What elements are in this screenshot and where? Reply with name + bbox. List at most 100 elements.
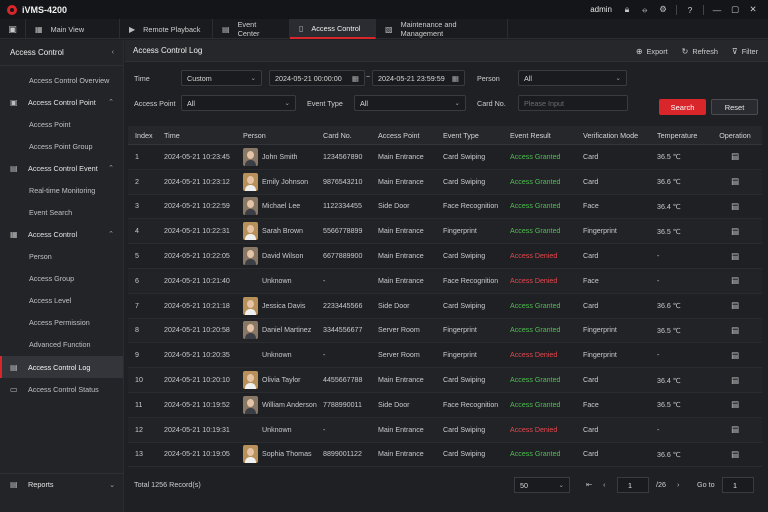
- column-header-person[interactable]: Person: [243, 131, 323, 140]
- goto-page-input[interactable]: 1: [722, 477, 754, 493]
- sidebar-item-overview[interactable]: Access Control Overview: [0, 69, 123, 91]
- column-header-event-result[interactable]: Event Result: [510, 131, 583, 140]
- filter-button[interactable]: ⊽ Filter: [732, 47, 758, 56]
- column-header-temperature[interactable]: Temperature: [657, 131, 714, 140]
- table-row[interactable]: 6 2024-05-21 10:21:40 Unknown - Main Entranc…: [128, 268, 762, 294]
- details-icon[interactable]: ▤: [731, 350, 739, 360]
- end-time-input[interactable]: 2024-05-21 23:59:59 ▦: [372, 70, 465, 86]
- person-avatar: [243, 296, 258, 315]
- table-row[interactable]: 11 2024-05-21 10:19:52 William Anderson 778…: [128, 393, 762, 418]
- close-icon[interactable]: ✕: [744, 0, 762, 19]
- details-icon[interactable]: ▤: [731, 300, 739, 310]
- details-icon[interactable]: ▤: [731, 449, 739, 459]
- details-icon[interactable]: ▤: [731, 375, 739, 385]
- cell-access-point: Main Entrance: [378, 376, 424, 385]
- cell-access-point: Main Entrance: [378, 276, 424, 285]
- page-size-select[interactable]: 50 ⌄: [514, 477, 570, 493]
- details-icon[interactable]: ▤: [731, 399, 739, 409]
- total-pages: /26: [656, 480, 666, 489]
- details-icon[interactable]: ▤: [731, 325, 739, 335]
- table-row[interactable]: 7 2024-05-21 10:21:18 Jessica Davis 2233445…: [128, 294, 762, 319]
- maximize-icon[interactable]: ▢: [726, 0, 744, 19]
- tab-maintenance[interactable]: ▧ Maintenance and Management: [376, 19, 508, 39]
- start-time-input[interactable]: 2024-05-21 00:00:00 ▦: [269, 70, 365, 86]
- details-icon[interactable]: ▤: [731, 226, 739, 236]
- table-row[interactable]: 12 2024-05-21 10:19:31 Unknown - Main Entran…: [128, 417, 762, 443]
- calendar-icon[interactable]: ▦: [452, 74, 459, 83]
- tab-main-view[interactable]: ▦ Main View: [26, 19, 120, 39]
- reset-button[interactable]: Reset: [711, 99, 758, 115]
- tab-event-center[interactable]: ▤ Event Center: [213, 19, 290, 39]
- sidebar-item-access-group[interactable]: Access Group: [0, 267, 123, 289]
- calendar-icon[interactable]: ▦: [352, 74, 359, 83]
- person-select[interactable]: All ⌄: [518, 70, 627, 86]
- sidebar-item-access-control-status[interactable]: ▭ Access Control Status: [0, 378, 123, 400]
- sidebar-item-person[interactable]: Person: [0, 245, 123, 267]
- table-row[interactable]: 1 2024-05-21 10:23:45 John Smith 1234567890…: [128, 145, 762, 170]
- person-name: Sophia Thomas: [262, 450, 312, 459]
- chevron-left-icon[interactable]: ‹: [112, 49, 114, 56]
- notification-icon[interactable]: ⦵: [636, 0, 654, 19]
- cell-index: 9: [135, 351, 139, 360]
- column-header-card-no[interactable]: Card No.: [323, 131, 378, 140]
- next-page-icon[interactable]: ›: [677, 480, 680, 489]
- sidebar-item-access-control-log[interactable]: ▤ Access Control Log: [0, 356, 123, 378]
- table-row[interactable]: 13 2024-05-21 10:19:05 Sophia Thomas 889900…: [128, 443, 762, 468]
- sidebar-group-access-control[interactable]: ▦ Access Control ⌃: [0, 223, 123, 245]
- column-header-verification-mode[interactable]: Verification Mode: [583, 131, 657, 140]
- column-header-index[interactable]: Index: [128, 131, 164, 140]
- access-point-select[interactable]: All ⌄: [181, 95, 296, 111]
- table-row[interactable]: 3 2024-05-21 10:22:59 Michael Lee 112233445…: [128, 195, 762, 220]
- sidebar-header[interactable]: Access Control ‹: [0, 40, 123, 66]
- event-type-select[interactable]: All ⌄: [354, 95, 466, 111]
- chevron-down-icon: ⌄: [615, 75, 621, 82]
- sidebar-item-access-point-group[interactable]: Access Point Group: [0, 135, 123, 157]
- search-button[interactable]: Search: [659, 99, 706, 115]
- first-page-icon[interactable]: ⇤: [586, 480, 592, 489]
- sidebar-item-realtime-monitoring[interactable]: Real-time Monitoring: [0, 179, 123, 201]
- cell-person: Sophia Thomas: [243, 445, 323, 464]
- table-row[interactable]: 2 2024-05-21 10:23:12 Emily Johnson 9876543…: [128, 169, 762, 195]
- refresh-button[interactable]: ↻ Refresh: [682, 47, 718, 56]
- table-row[interactable]: 8 2024-05-21 10:20:58 Daniel Martinez 33445…: [128, 318, 762, 344]
- sidebar: Access Control ‹ Access Control Overview…: [0, 40, 124, 512]
- person-avatar: [243, 197, 258, 216]
- column-header-event-type[interactable]: Event Type: [443, 131, 510, 140]
- details-icon[interactable]: ▤: [731, 201, 739, 211]
- details-icon[interactable]: ▤: [731, 424, 739, 434]
- sidebar-item-access-level[interactable]: Access Level: [0, 289, 123, 311]
- table-row[interactable]: 4 2024-05-21 10:22:31 Sarah Brown 556677889…: [128, 219, 762, 245]
- settings-gear-icon[interactable]: ⚙: [654, 0, 672, 19]
- card-no-input[interactable]: Please Input: [518, 95, 628, 111]
- time-mode-select[interactable]: Custom ⌄: [181, 70, 262, 86]
- table-row[interactable]: 10 2024-05-21 10:20:10 Olivia Taylor 445566…: [128, 368, 762, 393]
- current-page-input[interactable]: 1: [617, 477, 649, 493]
- camera-home-icon[interactable]: ▣: [0, 19, 26, 39]
- sidebar-item-access-point[interactable]: Access Point: [0, 113, 123, 135]
- prev-page-icon[interactable]: ‹: [603, 480, 606, 489]
- time-label: Time: [134, 74, 150, 83]
- user-name[interactable]: admin: [590, 5, 612, 14]
- details-icon[interactable]: ▤: [731, 151, 739, 161]
- sidebar-item-reports[interactable]: ▤ Reports ⌄: [0, 473, 124, 495]
- details-icon[interactable]: ▤: [731, 251, 739, 261]
- table-row[interactable]: 5 2024-05-21 10:22:05 David Wilson 66778899…: [128, 244, 762, 269]
- column-header-access-point[interactable]: Access Point: [378, 131, 443, 140]
- cell-temperature: 36.6 ℃: [657, 302, 681, 311]
- export-button[interactable]: ⊕ Export: [636, 47, 668, 56]
- lock-icon[interactable]: 🔒︎: [618, 0, 636, 19]
- help-icon[interactable]: ?: [681, 0, 699, 19]
- details-icon[interactable]: ▤: [731, 275, 739, 285]
- cell-operation: ▤: [714, 300, 756, 311]
- tab-access-control[interactable]: ▯ Access Control: [290, 19, 376, 39]
- minimize-icon[interactable]: —: [708, 0, 726, 19]
- sidebar-group-event[interactable]: ▤ Access Control Event ⌃: [0, 157, 123, 179]
- column-header-time[interactable]: Time: [164, 131, 243, 140]
- details-icon[interactable]: ▤: [731, 176, 739, 186]
- tab-remote-playback[interactable]: ▶ Remote Playback: [120, 19, 213, 39]
- sidebar-item-access-permission[interactable]: Access Permission: [0, 311, 123, 333]
- sidebar-item-advanced-function[interactable]: Advanced Function: [0, 333, 123, 355]
- sidebar-item-event-search[interactable]: Event Search: [0, 201, 123, 223]
- sidebar-group-access-point[interactable]: ▣ Access Control Point ⌃: [0, 91, 123, 113]
- table-row[interactable]: 9 2024-05-21 10:20:35 Unknown - Server Room F…: [128, 343, 762, 369]
